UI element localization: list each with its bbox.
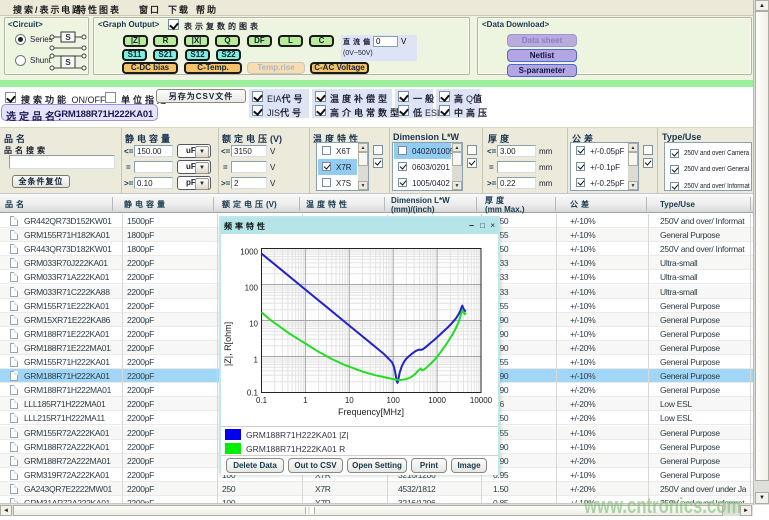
svg-text:10: 10 — [249, 320, 258, 329]
svg-text:10000: 10000 — [470, 396, 493, 405]
svg-text:0.1: 0.1 — [256, 396, 268, 405]
svg-text:100: 100 — [387, 396, 401, 405]
svg-text:1: 1 — [254, 356, 259, 365]
svg-text:|Z|, R[ohm]: |Z|, R[ohm] — [223, 322, 233, 366]
svg-text:Frequency[MHz]: Frequency[MHz] — [338, 407, 404, 417]
svg-text:S: S — [65, 33, 71, 42]
svg-text:S: S — [65, 58, 71, 67]
svg-text:10: 10 — [345, 396, 354, 405]
svg-text:1000: 1000 — [428, 396, 446, 405]
svg-text:100: 100 — [245, 284, 259, 293]
svg-text:1: 1 — [303, 396, 308, 405]
svg-text:1000: 1000 — [240, 248, 258, 257]
